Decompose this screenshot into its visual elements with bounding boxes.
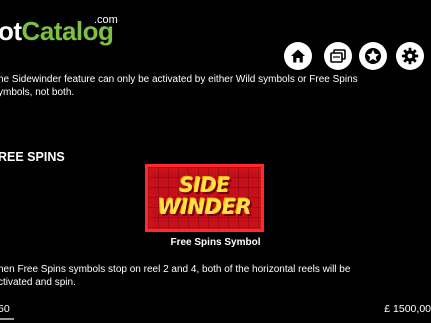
balance-value: £ 1500,00 xyxy=(384,303,431,315)
free-spins-description-line-2: ctivated and spin. xyxy=(0,276,76,288)
footer-divider xyxy=(0,318,14,320)
free-spins-description-line-1: hen Free Spins symbols stop on reel 2 an… xyxy=(0,264,351,275)
free-spins-symbol: SIDE WINDER xyxy=(145,164,264,232)
free-spins-heading: REE SPINS xyxy=(0,150,65,164)
home-icon xyxy=(291,49,305,63)
free-spins-description: hen Free Spins symbols stop on reel 2 an… xyxy=(0,264,350,289)
symbol-text-winder: WINDER xyxy=(157,195,252,219)
bet-value: 50 xyxy=(0,303,10,315)
free-spins-symbol-caption: Free Spins Symbol xyxy=(170,237,261,248)
favorites-button[interactable] xyxy=(359,42,387,70)
logo-slot-text: ot xyxy=(0,16,22,46)
settings-button[interactable] xyxy=(396,42,424,70)
feature-description-line-1: he Sidewinder feature can only be activa… xyxy=(0,74,358,85)
home-button[interactable] xyxy=(284,42,312,70)
paytable-button[interactable] xyxy=(324,42,352,70)
logo-domain: .com xyxy=(94,14,118,26)
symbol-text-side: SIDE xyxy=(179,173,230,197)
feature-description-line-2: ymbols, not both. xyxy=(0,86,75,98)
feature-description: he Sidewinder feature can only be activa… xyxy=(0,74,358,99)
paytable-icon xyxy=(330,49,346,63)
gear-icon xyxy=(401,47,419,65)
star-icon xyxy=(365,48,381,64)
